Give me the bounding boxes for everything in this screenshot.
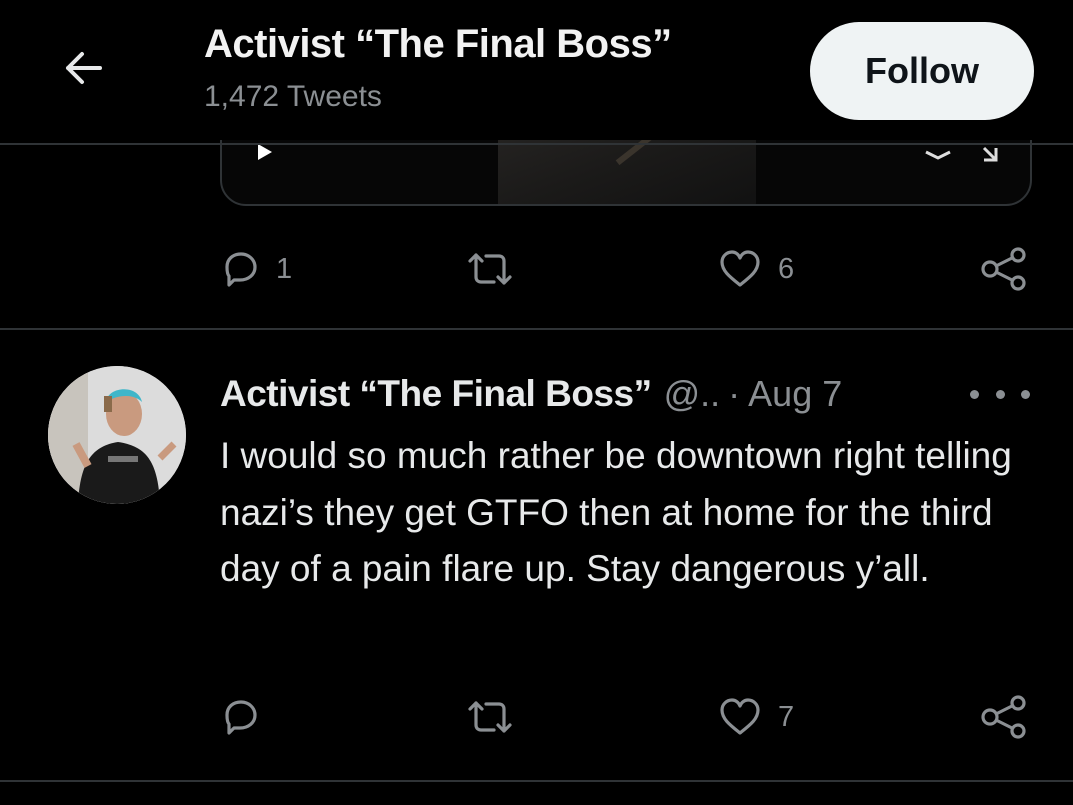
- tweet-count: 1,472 Tweets: [204, 80, 382, 113]
- like-count: 6: [778, 252, 795, 285]
- like-button[interactable]: 6: [718, 244, 794, 294]
- play-icon[interactable]: [258, 144, 272, 160]
- share-icon: [981, 247, 1026, 291]
- reply-icon: [225, 252, 257, 287]
- share-button[interactable]: [980, 244, 1028, 294]
- more-icon: [970, 389, 979, 399]
- tweet-header: Activist “The Final Boss” @.. · Aug 7: [220, 368, 842, 420]
- profile-name: Activist “The Final Boss”: [204, 22, 672, 66]
- prev-tweet-actions: 1 6: [220, 244, 1032, 294]
- more-options-button[interactable]: [970, 382, 1030, 406]
- reply-button[interactable]: 1: [220, 244, 292, 294]
- like-count: 7: [778, 700, 795, 733]
- like-button[interactable]: 7: [718, 692, 794, 742]
- retweet-icon: [468, 253, 512, 285]
- share-button[interactable]: [980, 692, 1028, 742]
- heart-icon: [720, 698, 760, 735]
- avatar-photo: [48, 366, 186, 504]
- tweet-date[interactable]: Aug 7: [748, 373, 842, 415]
- tweet-actions: 7: [220, 692, 1032, 742]
- tweet-text: I would so much rather be downtown right…: [220, 435, 1012, 589]
- author-name[interactable]: Activist “The Final Boss”: [220, 373, 652, 415]
- back-button[interactable]: [58, 46, 110, 90]
- reply-count: 1: [276, 252, 293, 285]
- reply-button[interactable]: [220, 692, 276, 742]
- profile-header: Activist “The Final Boss” 1,472 Tweets F…: [0, 0, 1073, 140]
- avatar[interactable]: [48, 366, 186, 504]
- arrow-left-icon: [66, 52, 102, 84]
- heart-icon: [720, 250, 760, 287]
- author-handle[interactable]: @..: [664, 373, 721, 415]
- tweet-divider: [0, 780, 1073, 782]
- share-icon: [981, 695, 1026, 739]
- retweet-icon: [468, 701, 512, 733]
- follow-button[interactable]: Follow: [810, 22, 1034, 120]
- tweet-divider: [0, 328, 1073, 330]
- video-controls-icon[interactable]: [922, 144, 1012, 168]
- retweet-button[interactable]: [466, 244, 530, 294]
- reply-icon: [225, 700, 257, 735]
- retweet-button[interactable]: [466, 692, 530, 742]
- separator-dot: ·: [728, 373, 741, 414]
- header-divider: [0, 143, 1073, 145]
